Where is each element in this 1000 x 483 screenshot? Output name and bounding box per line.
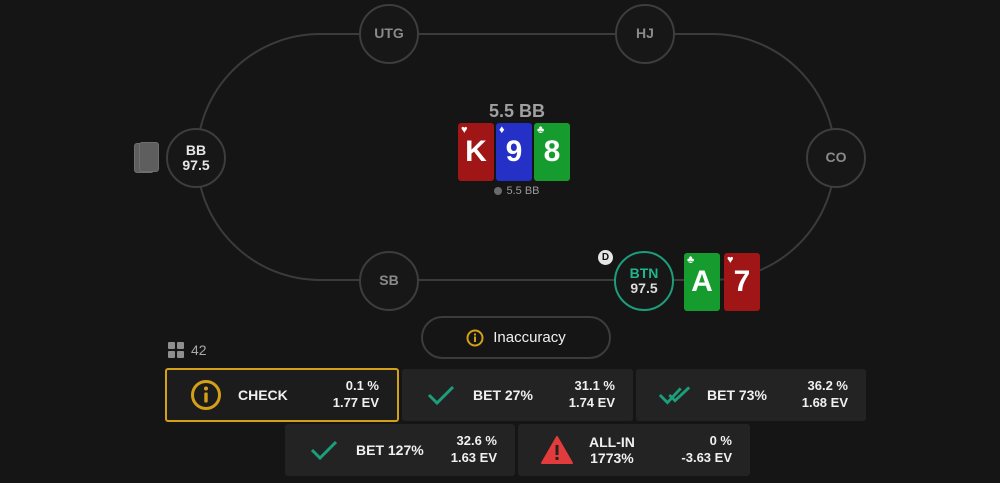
action-label: CHECK bbox=[238, 386, 288, 403]
seat-sb-label: SB bbox=[379, 272, 399, 289]
double-check-icon bbox=[658, 378, 692, 412]
club-suit-icon: ♣ bbox=[537, 124, 545, 136]
seat-btn-label: BTN bbox=[629, 264, 659, 281]
check-icon bbox=[424, 378, 458, 412]
board-card: ♥ K bbox=[458, 123, 494, 181]
card-rank: 8 bbox=[543, 135, 561, 168]
inaccuracy-feedback-badge: Inaccuracy bbox=[421, 316, 611, 359]
pot-chips-label: 5.5 BB bbox=[506, 185, 540, 197]
pot-size: 5.5 BB bbox=[488, 101, 546, 121]
diamond-suit-icon: ♦ bbox=[499, 124, 505, 136]
action-frequency: 31.1 % bbox=[574, 378, 615, 394]
combo-count: 42 bbox=[168, 342, 207, 358]
board-cards: ♥ K ♦ 9 ♣ 8 bbox=[458, 123, 570, 181]
action-bet-127-button[interactable]: BET 127% 32.6 % 1.63 EV bbox=[285, 424, 515, 476]
info-circle-icon bbox=[189, 378, 223, 412]
seat-co-label: CO bbox=[825, 149, 847, 166]
pot-chips: 5.5 BB bbox=[470, 185, 564, 197]
action-frequency: 0 % bbox=[709, 433, 732, 449]
action-frequency: 36.2 % bbox=[807, 378, 848, 394]
seat-bb[interactable]: BB 97.5 bbox=[166, 128, 226, 188]
action-stats: 36.2 % 1.68 EV bbox=[802, 378, 848, 412]
folded-cards-icon bbox=[134, 142, 160, 174]
action-check-button[interactable]: CHECK 0.1 % 1.77 EV bbox=[165, 368, 399, 422]
seat-sb[interactable]: SB bbox=[359, 251, 419, 311]
action-label: BET 27% bbox=[473, 386, 533, 403]
action-label-line1: ALL-IN bbox=[589, 433, 635, 450]
warning-icon bbox=[540, 433, 574, 467]
action-ev: 1.77 EV bbox=[332, 395, 379, 410]
action-label: BET 73% bbox=[707, 386, 767, 403]
hole-card: ♣ A bbox=[684, 253, 720, 311]
seat-bb-stack: 97.5 bbox=[182, 157, 210, 173]
hero-hole-cards: ♣ A ♥ 7 bbox=[684, 253, 760, 311]
feedback-label: Inaccuracy bbox=[493, 329, 566, 346]
action-label: ALL-IN 1773% bbox=[589, 434, 635, 466]
action-stats: 32.6 % 1.63 EV bbox=[451, 433, 497, 467]
combo-count-value: 42 bbox=[191, 342, 207, 358]
seat-utg-label: UTG bbox=[374, 25, 404, 42]
action-label-line2: 1773% bbox=[590, 450, 634, 466]
action-bet-73-button[interactable]: BET 73% 36.2 % 1.68 EV bbox=[636, 369, 866, 421]
action-ev: 1.63 EV bbox=[450, 450, 497, 465]
seat-hj-label: HJ bbox=[636, 25, 654, 42]
action-frequency: 32.6 % bbox=[456, 433, 497, 449]
seat-bb-label: BB bbox=[185, 141, 207, 158]
seat-co[interactable]: CO bbox=[806, 128, 866, 188]
action-frequency: 0.1 % bbox=[345, 378, 379, 394]
action-ev: -3.63 EV bbox=[681, 450, 732, 465]
card-rank: K bbox=[465, 135, 487, 168]
action-stats: 31.1 % 1.74 EV bbox=[569, 378, 615, 412]
action-bet-27-button[interactable]: BET 27% 31.1 % 1.74 EV bbox=[402, 369, 633, 421]
seat-hj[interactable]: HJ bbox=[615, 4, 675, 64]
board-card: ♦ 9 bbox=[496, 123, 532, 181]
action-ev: 1.74 EV bbox=[568, 395, 615, 410]
action-stats: 0 % -3.63 EV bbox=[681, 433, 732, 467]
info-circle-icon bbox=[466, 329, 484, 346]
grid-icon bbox=[168, 342, 184, 358]
board-card: ♣ 8 bbox=[534, 123, 570, 181]
action-all-in-button[interactable]: ALL-IN 1773% 0 % -3.63 EV bbox=[518, 424, 750, 476]
card-rank: 7 bbox=[733, 265, 751, 298]
seat-btn-stack: 97.5 bbox=[630, 280, 658, 296]
seat-utg[interactable]: UTG bbox=[359, 4, 419, 64]
action-label: BET 127% bbox=[356, 441, 424, 458]
action-stats: 0.1 % 1.77 EV bbox=[333, 378, 379, 412]
club-suit-icon: ♣ bbox=[687, 254, 695, 266]
seat-btn[interactable]: BTN 97.5 bbox=[614, 251, 674, 311]
action-ev: 1.68 EV bbox=[801, 395, 848, 410]
hole-card: ♥ 7 bbox=[724, 253, 760, 311]
chip-icon bbox=[494, 187, 503, 195]
card-rank: 9 bbox=[505, 135, 523, 168]
heart-suit-icon: ♥ bbox=[727, 254, 734, 266]
check-icon bbox=[307, 433, 341, 467]
dealer-button-icon: D bbox=[598, 250, 613, 265]
heart-suit-icon: ♥ bbox=[461, 124, 468, 136]
card-rank: A bbox=[691, 265, 713, 298]
